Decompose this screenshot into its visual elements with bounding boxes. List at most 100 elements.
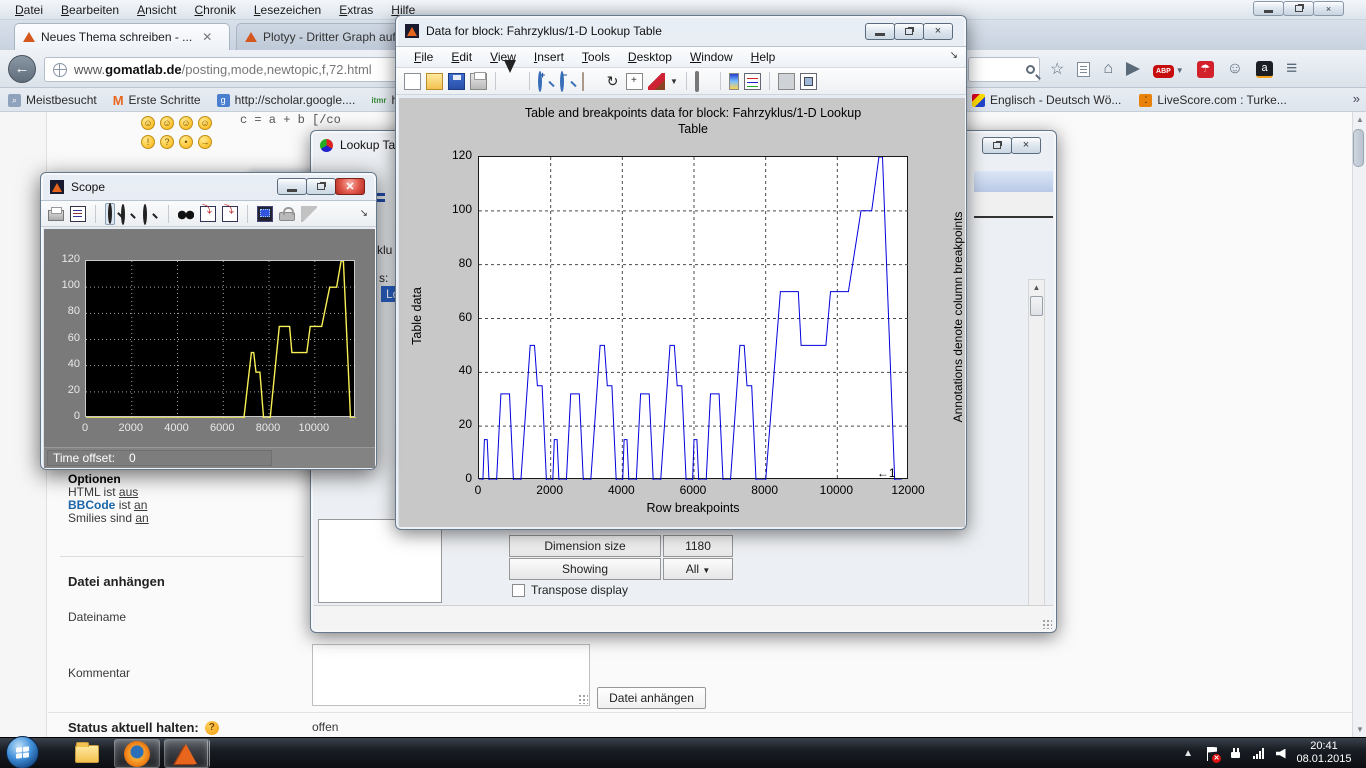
search-icon[interactable] (1026, 65, 1035, 74)
brush-icon[interactable] (648, 73, 665, 90)
tray-expand-icon[interactable]: ▲ (1183, 748, 1193, 759)
smiley-icon[interactable]: → (198, 135, 212, 149)
bookmark-scholar[interactable]: ghttp://scholar.google.... (217, 93, 356, 107)
lookup-plot-area[interactable] (478, 156, 908, 479)
bookmark-livescore[interactable]: ⁚LiveScore.com : Turke... (1139, 93, 1286, 107)
tab-neues-thema[interactable]: Neues Thema schreiben - ... ✕ (14, 23, 230, 50)
back-button[interactable]: ← (8, 55, 36, 83)
zoom-y-icon[interactable] (143, 204, 147, 225)
zoom-button-pressed[interactable] (105, 203, 115, 225)
smilies-state-link[interactable]: an (135, 511, 148, 525)
smiley-icon[interactable]: ? (160, 135, 174, 149)
site-identity-icon[interactable] (53, 63, 67, 77)
smiley-icon[interactable]: ☺ (198, 116, 212, 130)
menubar-item[interactable]: Lesezeichen (247, 2, 328, 18)
close-button[interactable]: × (1011, 137, 1041, 154)
breakpoint-list-box[interactable] (318, 519, 442, 603)
new-figure-icon[interactable] (404, 73, 421, 90)
menubar-item[interactable]: Ansicht (130, 2, 183, 18)
zoom-in-icon[interactable]: + (538, 71, 542, 92)
help-icon[interactable]: ? (205, 721, 219, 735)
html-state-link[interactable]: aus (119, 485, 138, 499)
scrollbar-thumb[interactable] (1030, 296, 1043, 316)
taskbar-explorer-button[interactable] (64, 739, 110, 768)
network-signal-icon[interactable] (1253, 748, 1264, 759)
minimize-button[interactable] (865, 23, 895, 40)
zoom-out-icon[interactable]: − (560, 71, 564, 92)
resize-grip[interactable] (1042, 619, 1052, 629)
chevron-down-icon[interactable]: ▼ (1176, 66, 1184, 75)
menubar-item[interactable]: Bearbeiten (54, 2, 126, 18)
smiley-icon[interactable]: ☺ (160, 116, 174, 130)
brush-dropdown-icon[interactable]: ▼ (670, 77, 678, 86)
taskbar-matlab-button[interactable] (164, 739, 210, 768)
menubar-item[interactable]: Window (682, 49, 741, 65)
avira-icon[interactable]: ☂ (1197, 61, 1214, 78)
smiley-icon[interactable]: • (179, 135, 193, 149)
minimize-button[interactable] (1253, 1, 1284, 16)
menubar-item[interactable]: Tools (574, 49, 618, 65)
restore-button[interactable] (306, 178, 336, 195)
send-tab-icon[interactable] (1126, 62, 1140, 76)
zoom-x-icon[interactable] (121, 204, 125, 225)
rotate-3d-icon[interactable]: ↻ (604, 73, 621, 90)
taskbar-clock[interactable]: 20:41 08.01.2015 (1288, 740, 1360, 766)
power-plug-icon[interactable] (1230, 748, 1241, 759)
restore-axes-icon[interactable] (222, 206, 238, 222)
scroll-up-icon[interactable]: ▲ (1029, 280, 1044, 295)
figure-window[interactable]: Data for block: Fahrzyklus/1-D Lookup Ta… (395, 15, 967, 530)
attach-file-button[interactable]: Datei anhängen (597, 687, 706, 709)
restore-button[interactable] (894, 23, 924, 40)
pan-icon[interactable] (582, 72, 584, 91)
adblock-button[interactable]: ABP▼ (1153, 60, 1184, 78)
table-scrollbar[interactable]: ▲ ▼ (1028, 279, 1045, 621)
autoscale-icon[interactable] (178, 206, 194, 222)
scope-plot-area[interactable] (85, 260, 355, 417)
scope-window[interactable]: Scope ✕ ↘ 020004000600080001000002040608… (40, 172, 377, 470)
menubar-item[interactable]: Datei (8, 2, 50, 18)
bookmark-erste-schritte[interactable]: MErste Schritte (113, 93, 201, 108)
scope-titlebar[interactable]: Scope ✕ (41, 173, 376, 200)
menubar-item[interactable]: View (482, 49, 524, 65)
pointer-icon[interactable] (504, 60, 516, 90)
volume-icon[interactable] (1276, 749, 1286, 759)
search-input[interactable] (968, 57, 1040, 82)
showing-dropdown[interactable]: All ▼ (663, 558, 733, 580)
menubar-item[interactable]: Help (743, 49, 784, 65)
menubar-chevron-icon[interactable]: ↘ (950, 50, 958, 61)
print-icon[interactable] (48, 210, 64, 221)
plot-browser-icon[interactable] (800, 73, 817, 90)
save-axes-icon[interactable] (200, 206, 216, 222)
chat-smiley-icon[interactable]: ☺ (1227, 60, 1243, 78)
action-center-icon[interactable]: ✕ (1205, 747, 1218, 761)
scroll-down-icon[interactable]: ▼ (1353, 722, 1366, 737)
restore-button[interactable] (982, 137, 1012, 154)
menubar-item[interactable]: Extras (332, 2, 380, 18)
menu-hamburger-icon[interactable]: ≡ (1286, 58, 1297, 80)
figure-titlebar[interactable]: Data for block: Fahrzyklus/1-D Lookup Ta… (396, 16, 966, 46)
bookmarks-overflow-chevron[interactable]: » (1353, 91, 1360, 106)
menubar-item[interactable]: Chronik (187, 2, 242, 18)
figure-palette-icon[interactable] (778, 73, 795, 90)
scrollbar-thumb[interactable] (1353, 129, 1364, 167)
restore-button[interactable] (1283, 1, 1314, 16)
smiley-icon[interactable]: ! (141, 135, 155, 149)
link-plot-icon[interactable] (695, 71, 699, 92)
close-button[interactable]: ✕ (335, 178, 365, 195)
insert-colorbar-icon[interactable] (729, 73, 739, 90)
floating-scope-icon[interactable] (257, 206, 273, 222)
parameters-icon[interactable] (70, 206, 86, 222)
menubar-item[interactable]: Desktop (620, 49, 680, 65)
resize-grip[interactable] (578, 694, 588, 704)
page-scrollbar[interactable]: ▲ ▼ (1352, 112, 1366, 737)
insert-legend-icon[interactable] (744, 73, 761, 90)
dimension-size-value[interactable]: 1180 (663, 535, 733, 557)
minimize-button[interactable] (277, 178, 307, 195)
bbcode-state-link[interactable]: an (134, 498, 147, 512)
amazon-icon[interactable]: a (1256, 61, 1273, 78)
print-figure-icon[interactable] (470, 73, 487, 90)
menubar-item[interactable]: Edit (443, 49, 480, 65)
save-figure-icon[interactable] (448, 73, 465, 90)
start-button[interactable] (6, 736, 39, 768)
bookmarks-menu-icon[interactable] (1077, 62, 1090, 77)
